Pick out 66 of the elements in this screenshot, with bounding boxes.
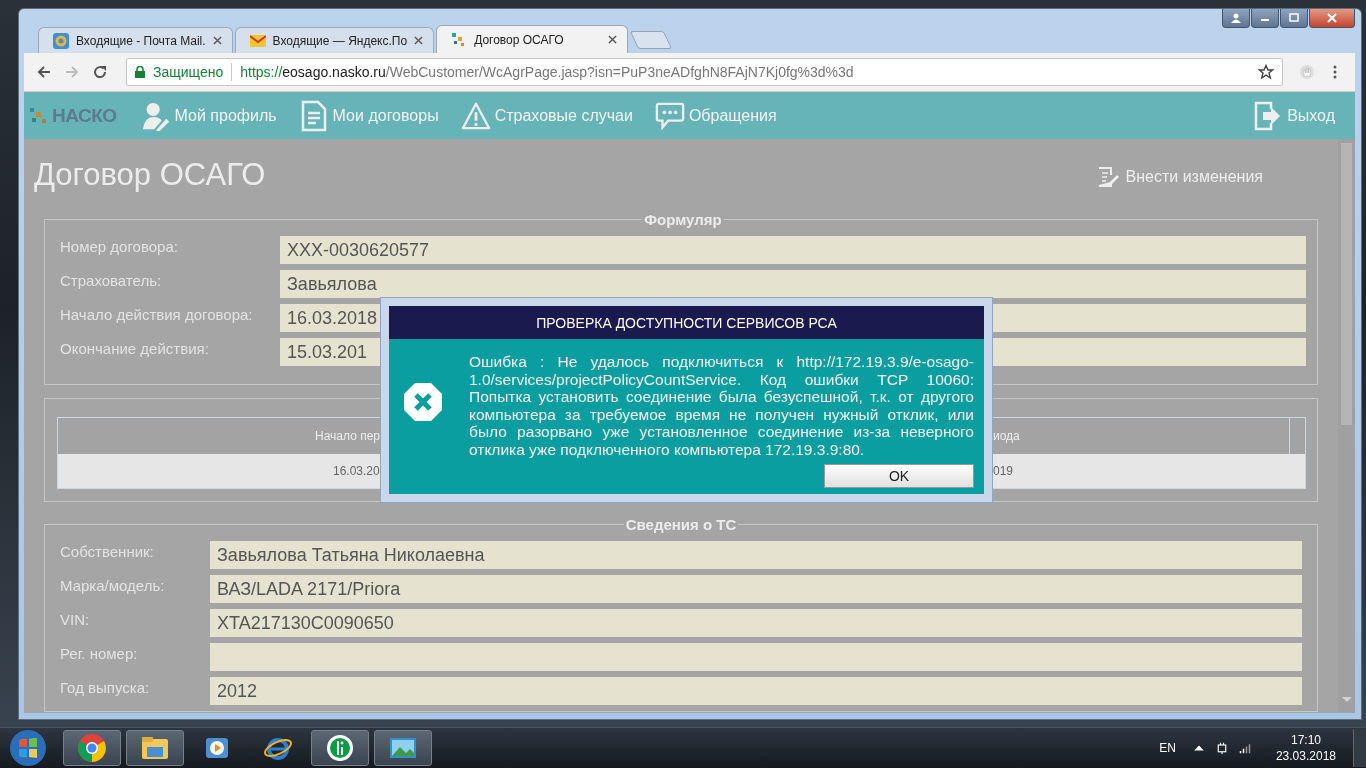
table-cell: 16.03.20 bbox=[333, 464, 380, 478]
field-label: Собственник: bbox=[60, 542, 155, 562]
tab-title: Договор ОСАГО bbox=[474, 32, 565, 47]
field-label: Окончание действия: bbox=[60, 339, 210, 359]
taskbar-app-button[interactable] bbox=[311, 730, 369, 766]
text-field[interactable] bbox=[210, 643, 1302, 671]
tab-title: Входящие — Яндекс.По bbox=[272, 33, 408, 48]
text-field[interactable]: Завьялова bbox=[280, 270, 1306, 298]
close-button[interactable] bbox=[1309, 9, 1355, 28]
maximize-icon bbox=[1288, 13, 1300, 23]
field-label: Номер договора: bbox=[60, 237, 179, 257]
field-label: VIN: bbox=[60, 610, 91, 630]
start-button[interactable] bbox=[8, 728, 48, 768]
clock-time: 17:10 bbox=[1290, 732, 1321, 748]
taskbar-app-button[interactable] bbox=[63, 730, 121, 766]
star-icon[interactable] bbox=[1258, 64, 1274, 80]
text-field[interactable]: ВАЗ/LADA 2171/Priora bbox=[210, 575, 1302, 603]
field-label: Год выпуска: bbox=[60, 678, 151, 698]
clock[interactable]: 17:10 23.03.2018 bbox=[1275, 732, 1336, 764]
close-icon[interactable] bbox=[608, 35, 618, 44]
dialog-title: ПРОВЕРКА ДОСТУПНОСТИ СЕРВИСОВ РСА bbox=[389, 306, 984, 339]
maximize-button[interactable] bbox=[1280, 9, 1308, 28]
browser-icon bbox=[77, 733, 107, 763]
browser-tab[interactable]: Входящие - Почта Mail. bbox=[38, 27, 233, 53]
error-message: Ошибка : Не удалось подключиться к http://172.19.3.9/e-osago-1.0/services/projectPolicyCountService. Код ошибки TCP 10060: Попытка установить соединение была безуспешной, т.к. от другого компьютера за требуемое время не получен нужный отклик, или было разорвано уже установленное соединение из-за неверного отклика уже подключенного компьютера 172.19.3.9:80. bbox=[469, 353, 974, 458]
section-title: Формуляр bbox=[643, 211, 723, 228]
page-title: Договор ОСАГО bbox=[34, 157, 266, 193]
taskbar-app-button[interactable] bbox=[374, 730, 432, 766]
text-field[interactable]: XTA217130C0090650 bbox=[210, 609, 1302, 637]
clock-date: 23.03.2018 bbox=[1275, 748, 1336, 764]
envelope-icon bbox=[249, 32, 266, 49]
url-text: https://eosago.nasko.ru/WebCustomer/WcAgrPage.jasp?isn=PuP3neADfghN8FAjN7Kj0fg%3d%3d bbox=[240, 64, 855, 80]
field-label: Рег. номер: bbox=[60, 644, 139, 664]
language-indicator[interactable]: EN bbox=[1159, 741, 1176, 755]
at-sign-icon bbox=[53, 32, 69, 49]
browser-tab[interactable]: Входящие — Яндекс.По bbox=[234, 27, 435, 53]
taskbar-app-button[interactable] bbox=[126, 730, 184, 766]
close-icon[interactable] bbox=[212, 36, 222, 45]
reload-icon[interactable] bbox=[92, 64, 108, 80]
text-field[interactable]: Завьялова Татьяна Николаевна bbox=[210, 541, 1302, 569]
circle-app-icon bbox=[325, 733, 355, 763]
lock-icon bbox=[135, 66, 145, 78]
table-cell: 019 bbox=[993, 464, 1014, 478]
field-label: Страхователь: bbox=[60, 271, 163, 291]
section-title: Сведения о ТС bbox=[624, 516, 738, 533]
close-icon bbox=[1326, 13, 1338, 23]
field-label: Начало действия договора: bbox=[60, 305, 254, 325]
person-icon bbox=[1230, 13, 1242, 23]
scrollbar[interactable] bbox=[1338, 139, 1355, 713]
security-label: Защищено bbox=[153, 64, 224, 80]
minimize-button[interactable] bbox=[1251, 9, 1279, 28]
column-header: иода bbox=[993, 429, 1020, 443]
browser-tab[interactable]: Договор ОСАГО bbox=[436, 25, 629, 53]
error-icon bbox=[403, 381, 443, 422]
ok-button[interactable]: OK bbox=[824, 464, 974, 488]
power-plug-icon[interactable] bbox=[1215, 741, 1228, 755]
signal-icon[interactable] bbox=[1238, 741, 1251, 755]
address-bar[interactable]: Защищено https://eosago.nasko.ru/WebCustomer/WcAgrPage.jasp?isn=PuP3neADfghN8FAjN7Kj0fg%3d%3d bbox=[126, 58, 1283, 86]
close-icon[interactable] bbox=[414, 36, 424, 45]
text-field[interactable]: 2012 bbox=[210, 677, 1302, 705]
column-header: Начало пер bbox=[315, 429, 380, 443]
profile-button[interactable] bbox=[1222, 9, 1250, 28]
tab-title: Входящие - Почта Mail. bbox=[76, 33, 206, 48]
text-field[interactable]: XXX-0030620577 bbox=[280, 236, 1306, 264]
field-label: Марка/модель: bbox=[60, 576, 166, 596]
back-icon[interactable] bbox=[36, 64, 52, 80]
